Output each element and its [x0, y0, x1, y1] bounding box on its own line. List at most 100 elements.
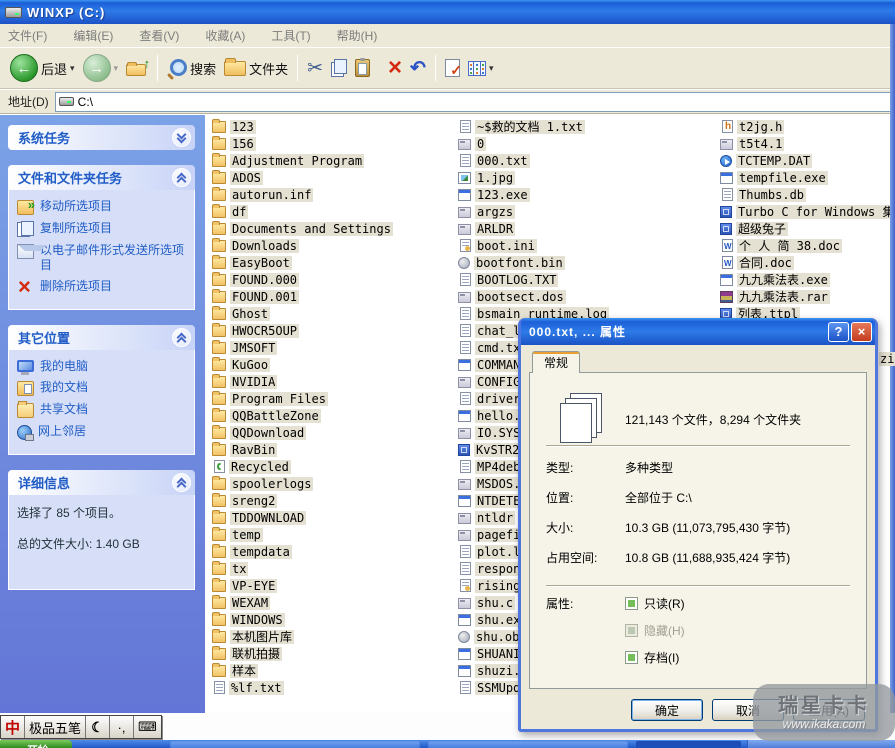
file-item[interactable]: ~$救的文档 1.txt [458, 118, 720, 135]
folders-button[interactable]: 文件夹 [220, 57, 292, 80]
system-tasks-header[interactable]: 系统任务 [8, 125, 195, 150]
file-item[interactable]: 联机拍摄 [212, 645, 458, 662]
dialog-help-button[interactable]: ? [828, 322, 849, 342]
dialog-titlebar[interactable]: 000.txt, ... 属性 ? × [521, 318, 875, 345]
file-item[interactable]: 1.jpg [458, 169, 720, 186]
file-item[interactable]: sreng2 [212, 492, 458, 509]
file-item[interactable]: 样本 [212, 662, 458, 679]
file-item[interactable]: tx [212, 560, 458, 577]
file-item[interactable]: Program Files [212, 390, 458, 407]
file-item[interactable]: 123.exe [458, 186, 720, 203]
chevron-up-icon[interactable] [172, 168, 191, 187]
sidebar-task-link[interactable]: 删除所选项目 [17, 279, 188, 295]
file-item[interactable]: Documents and Settings [212, 220, 458, 237]
file-item[interactable]: HWOCR5OUP [212, 322, 458, 339]
checkbox-icon[interactable] [625, 624, 638, 637]
ime-name-label[interactable]: 极品五笔 [25, 716, 86, 738]
file-item[interactable]: 合同.doc [720, 254, 895, 271]
file-item[interactable]: BOOTLOG.TXT [458, 271, 720, 288]
file-item[interactable]: 000.txt [458, 152, 720, 169]
attribute-checkbox-row[interactable]: 只读(R) [625, 595, 685, 612]
file-item[interactable]: ARLDR [458, 220, 720, 237]
file-item[interactable]: NVIDIA [212, 373, 458, 390]
search-button[interactable]: 搜索 [163, 56, 220, 80]
file-item[interactable]: Ghost [212, 305, 458, 322]
file-item[interactable]: WINDOWS [212, 611, 458, 628]
file-item[interactable]: 本机图片库 [212, 628, 458, 645]
cut-button[interactable]: ✂ [303, 57, 327, 80]
file-item[interactable]: bootfont.bin [458, 254, 720, 271]
file-item[interactable]: t2jg.h [720, 118, 895, 135]
sidebar-task-link[interactable]: 移动所选项目 [17, 199, 188, 215]
menu-item[interactable]: 工具(T) [271, 27, 310, 44]
sidebar-task-link[interactable]: 复制所选项目 [17, 221, 188, 237]
file-item[interactable]: t5t4.1 [720, 135, 895, 152]
file-item[interactable]: argzs [458, 203, 720, 220]
checkbox-icon[interactable] [625, 651, 638, 664]
file-item[interactable]: QQDownload [212, 424, 458, 441]
file-item[interactable]: FOUND.001 [212, 288, 458, 305]
attribute-checkbox-row[interactable]: 隐藏(H) [625, 622, 685, 639]
file-item[interactable]: EasyBoot [212, 254, 458, 271]
file-item[interactable]: %lf.txt [212, 679, 458, 696]
chevron-up-icon[interactable] [172, 328, 191, 347]
file-item[interactable]: Recycled [212, 458, 458, 475]
back-button[interactable]: ← 后退 ▾ [6, 52, 79, 84]
file-item[interactable]: JMSOFT [212, 339, 458, 356]
file-item[interactable]: Turbo C for Windows 集成实验 [720, 203, 895, 220]
details-header[interactable]: 详细信息 [8, 470, 195, 495]
doc-check-button[interactable]: ✓ [441, 57, 464, 79]
taskbar-task-button[interactable] [428, 741, 628, 748]
chevron-down-icon[interactable] [172, 128, 191, 147]
forward-button[interactable]: → ▾ [79, 52, 123, 84]
file-item[interactable]: bootsect.dos [458, 288, 720, 305]
ime-keyboard-icon[interactable]: ⌨ [134, 716, 161, 738]
file-item[interactable]: Adjustment Program [212, 152, 458, 169]
file-item[interactable]: FOUND.000 [212, 271, 458, 288]
start-button[interactable]: 开始 [0, 740, 72, 748]
system-tray[interactable] [747, 740, 895, 748]
menu-item[interactable]: 帮助(H) [337, 27, 378, 44]
file-item[interactable]: 156 [212, 135, 458, 152]
sidebar-place-link[interactable]: 我的电脑 [17, 359, 188, 374]
ime-language-button[interactable]: 中 [1, 716, 25, 738]
file-item[interactable]: RavBin [212, 441, 458, 458]
file-item[interactable]: tempfile.exe [720, 169, 895, 186]
taskbar[interactable]: 开始 [0, 740, 895, 748]
file-tasks-header[interactable]: 文件和文件夹任务 [8, 165, 195, 190]
checkbox-icon[interactable] [625, 597, 638, 610]
file-item[interactable]: 个 人 简 38.doc [720, 237, 895, 254]
sidebar-place-link[interactable]: 我的文档 [17, 380, 188, 396]
file-item[interactable]: Downloads [212, 237, 458, 254]
ime-punctuation-icon[interactable]: ·, [110, 716, 134, 738]
sidebar-place-link[interactable]: 网上邻居 [17, 424, 188, 440]
menu-item[interactable]: 编辑(E) [73, 27, 113, 44]
attribute-checkbox-row[interactable]: 存档(I) [625, 649, 685, 666]
other-places-header[interactable]: 其它位置 [8, 325, 195, 350]
file-item[interactable]: df [212, 203, 458, 220]
file-item[interactable]: boot.ini [458, 237, 720, 254]
back-dropdown-icon[interactable]: ▾ [70, 63, 75, 74]
address-box[interactable] [55, 92, 892, 112]
taskbar-task-button-active[interactable] [636, 741, 741, 748]
dialog-close-button[interactable]: × [851, 322, 872, 342]
file-item[interactable]: ADOS [212, 169, 458, 186]
file-item[interactable]: 123 [212, 118, 458, 135]
file-item[interactable]: spoolerlogs [212, 475, 458, 492]
file-item[interactable]: KuGoo [212, 356, 458, 373]
ok-button[interactable]: 确定 [631, 699, 703, 721]
file-item[interactable]: QQBattleZone [212, 407, 458, 424]
views-button[interactable]: ▾ [464, 59, 498, 78]
forward-dropdown-icon[interactable]: ▾ [114, 63, 119, 74]
file-item[interactable]: temp [212, 526, 458, 543]
chevron-up-icon[interactable] [172, 473, 191, 492]
menu-item[interactable]: 查看(V) [139, 27, 179, 44]
file-item[interactable]: Thumbs.db [720, 186, 895, 203]
paste-button[interactable] [351, 57, 374, 79]
copy-button[interactable] [327, 57, 351, 79]
menu-item[interactable]: 收藏(A) [205, 27, 245, 44]
up-button[interactable]: ↑ [122, 58, 152, 78]
sidebar-place-link[interactable]: 共享文档 [17, 402, 188, 418]
file-item[interactable]: 超级兔子 [720, 220, 895, 237]
file-item[interactable]: WEXAM [212, 594, 458, 611]
